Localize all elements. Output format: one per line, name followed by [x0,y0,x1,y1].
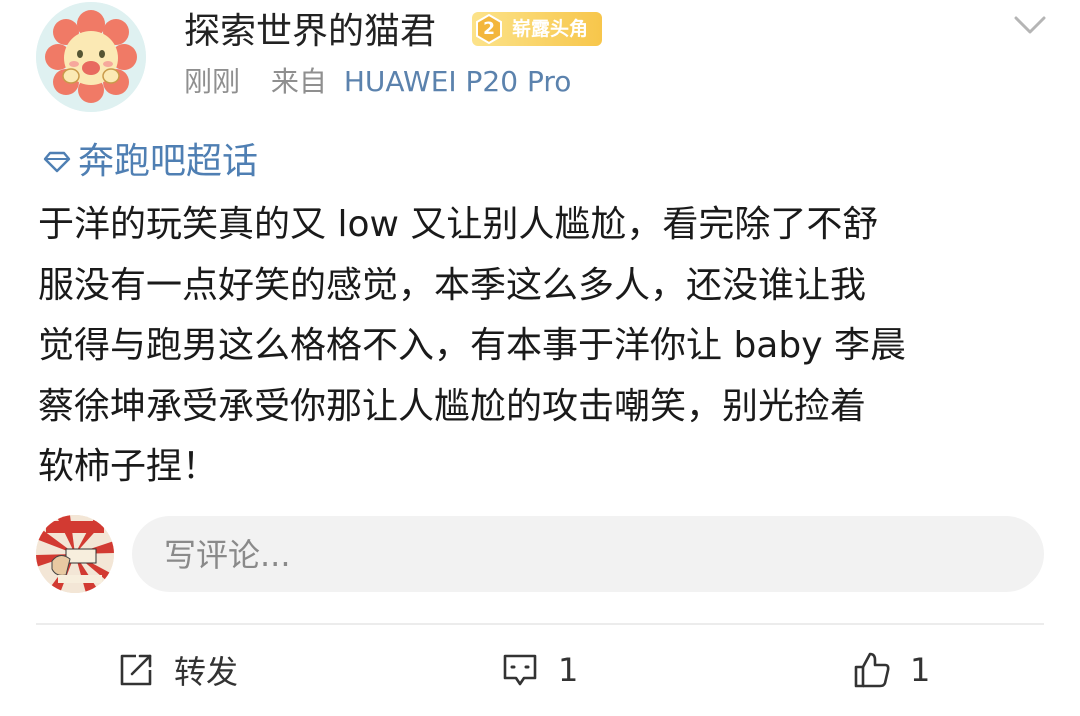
post-meta: 刚刚 来自 HUAWEI P20 Pro [184,62,571,102]
post-body: 于洋的玩笑真的又 low 又让别人尴尬，看完除了不舒 服没有一点好笑的感觉，本季… [38,204,906,487]
author-name[interactable]: 探索世界的猫君 [184,8,436,56]
comment-input-box[interactable] [132,516,1044,594]
like-button[interactable]: 1 [852,645,930,695]
post-time: 刚刚 [184,65,241,98]
comment-button[interactable]: 1 [500,645,578,695]
comment-icon [503,654,537,686]
repost-button[interactable]: 转发 [116,645,238,695]
user-avatar[interactable] [36,2,146,112]
post-from-label: 来自 [270,65,327,98]
repost-icon [120,654,152,686]
divider [36,623,1044,625]
like-count: 1 [910,651,931,689]
topic-link[interactable]: 奔跑吧超话 [40,138,258,186]
badge-level: 2 [483,19,495,39]
commenter-avatar-icon [36,515,114,593]
lion-avatar-icon [36,2,146,112]
badge-label: 崭露头角 [512,18,589,40]
post-device[interactable]: HUAWEI P20 Pro [344,65,572,98]
commenter-avatar[interactable] [36,515,114,593]
level-badge[interactable]: 2 崭露头角 [472,12,602,46]
comment-input[interactable] [162,516,1016,594]
chevron-down-icon[interactable] [1010,10,1050,40]
diamond-icon [43,151,71,173]
repost-label: 转发 [174,653,239,691]
like-icon [854,652,890,688]
comment-count: 1 [558,651,579,689]
topic-label: 奔跑吧超话 [78,141,259,182]
